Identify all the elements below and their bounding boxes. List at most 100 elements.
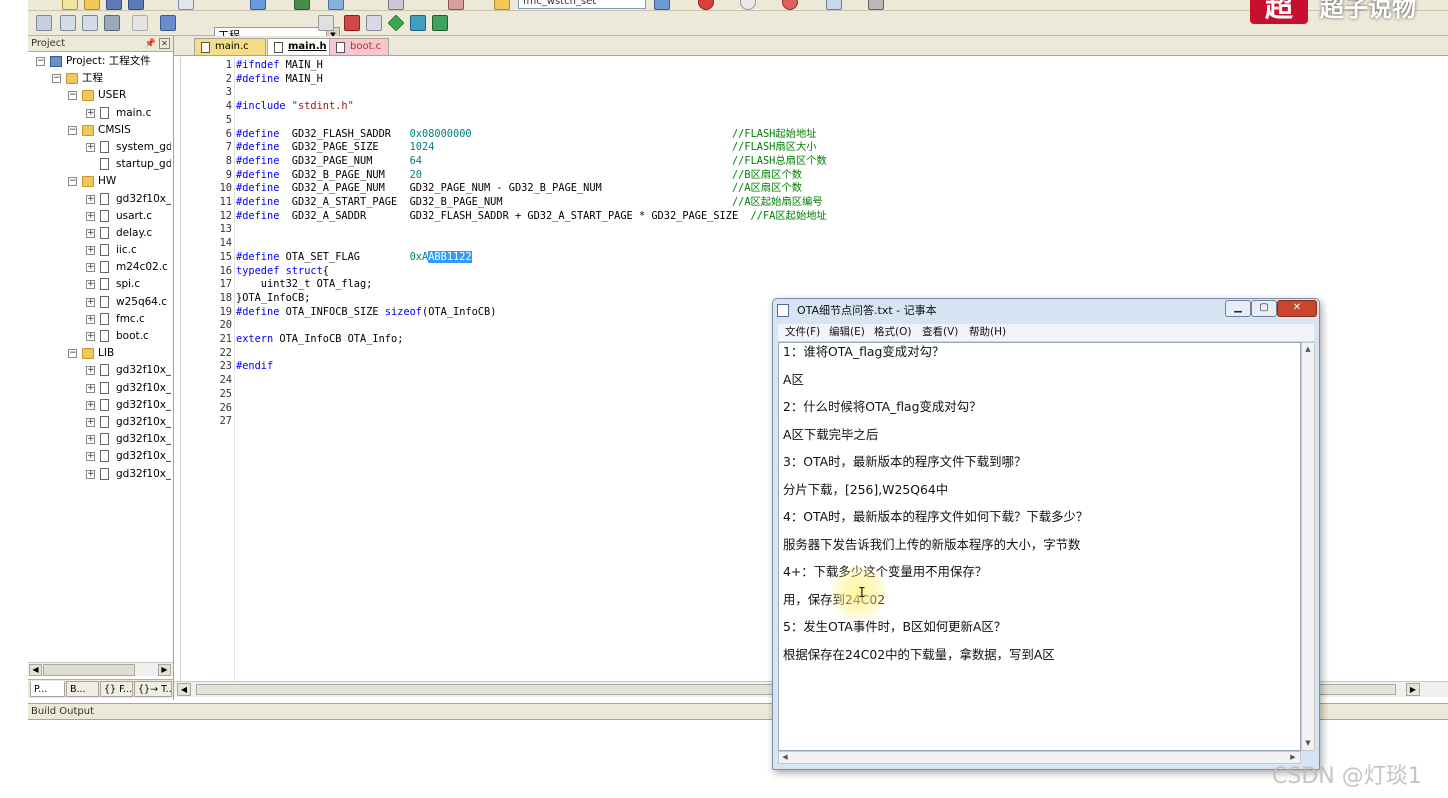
file-extensions-icon[interactable] — [366, 15, 382, 31]
find-in-files-icon[interactable] — [654, 0, 670, 10]
tree-item[interactable]: + gd32f10x_u — [28, 414, 171, 431]
settings-icon[interactable] — [868, 0, 884, 10]
expand-icon[interactable]: + — [86, 400, 95, 410]
tab-project[interactable]: P... — [30, 681, 65, 697]
close-icon[interactable]: ✕ — [159, 38, 170, 49]
tree-item[interactable]: − CMSIS — [28, 122, 171, 139]
collapse-icon[interactable]: − — [52, 74, 61, 84]
expand-icon[interactable]: + — [86, 263, 95, 273]
expand-icon[interactable]: + — [86, 383, 95, 393]
expand-icon[interactable]: + — [86, 435, 95, 445]
menu-item[interactable]: 帮助(H) — [969, 324, 1006, 341]
expand-icon[interactable]: + — [86, 332, 95, 341]
pin-icon[interactable]: 📌 — [145, 37, 156, 52]
manage-components-icon[interactable] — [344, 15, 360, 31]
tree-item[interactable]: + delay.c — [28, 225, 171, 242]
tree-item[interactable]: startup_gd3 — [28, 156, 171, 173]
bookmark-icon[interactable] — [328, 0, 344, 10]
nav-back-icon[interactable] — [294, 0, 310, 10]
menu-item[interactable]: 查看(V) — [922, 324, 958, 341]
compile-icon[interactable] — [36, 15, 52, 31]
tree-item[interactable]: + gd32f10x_m — [28, 362, 171, 379]
open-folder-icon[interactable] — [84, 0, 100, 10]
stop-build-icon[interactable] — [132, 15, 148, 31]
tree-item[interactable]: + gd32f10x_fr — [28, 466, 171, 483]
maximize-button[interactable]: ▢ — [1251, 300, 1277, 317]
target-options-icon[interactable] — [318, 15, 334, 31]
expand-icon[interactable]: + — [86, 142, 95, 152]
window-layout-icon[interactable] — [826, 0, 842, 10]
collapse-icon[interactable]: − — [68, 349, 77, 359]
tree-item[interactable]: + system_gd3 — [28, 139, 171, 156]
collapse-icon[interactable]: − — [68, 91, 77, 101]
expand-icon[interactable]: + — [86, 366, 95, 376]
project-hscrollbar[interactable]: ◀ ▶ — [28, 662, 173, 676]
tree-item[interactable]: + boot.c — [28, 328, 171, 345]
menu-item[interactable]: 编辑(E) — [829, 324, 865, 341]
batch-build-icon[interactable] — [104, 15, 120, 31]
expand-icon[interactable]: + — [86, 469, 95, 479]
build-icon[interactable] — [60, 15, 76, 31]
tree-item[interactable]: + m24c02.c — [28, 259, 171, 276]
scroll-thumb[interactable] — [43, 664, 135, 676]
tree-item[interactable]: + gd32f10x_it — [28, 191, 171, 208]
indent-icon[interactable] — [388, 0, 404, 10]
menu-item[interactable]: 格式(O) — [874, 324, 911, 341]
expand-icon[interactable]: + — [86, 417, 95, 427]
tree-item[interactable]: + usart.c — [28, 208, 171, 225]
scroll-left-icon[interactable]: ◀ — [177, 683, 191, 696]
green-diamond-icon[interactable] — [387, 14, 405, 32]
expand-icon[interactable]: + — [86, 280, 95, 290]
kill-breakpoints-icon[interactable] — [782, 0, 798, 10]
expand-icon[interactable]: + — [86, 297, 95, 307]
tree-item[interactable]: − Project: 工程文件 — [28, 53, 171, 70]
breakpoint-icon[interactable] — [740, 0, 756, 10]
tree-item[interactable]: − HW — [28, 173, 171, 190]
notepad-vscrollbar[interactable]: ▲ ▼ — [1301, 342, 1315, 751]
find-icon[interactable] — [494, 0, 510, 10]
new-file-icon[interactable] — [62, 0, 78, 10]
tree-item[interactable]: + spi.c — [28, 276, 171, 293]
tab-boot-c[interactable]: boot.c — [329, 38, 389, 55]
tab-functions[interactable]: {} F... — [100, 681, 133, 697]
tree-item[interactable]: + w25q64.c — [28, 294, 171, 311]
scroll-left-icon[interactable]: ◀ — [29, 664, 42, 676]
tree-item[interactable]: + iic.c — [28, 242, 171, 259]
expand-icon[interactable]: + — [86, 452, 95, 462]
tab-books[interactable]: B... — [66, 681, 99, 697]
tree-item[interactable]: − 工程 — [28, 70, 171, 87]
expand-icon[interactable]: + — [86, 314, 95, 324]
tree-item[interactable]: + gd32f10x_rc — [28, 380, 171, 397]
scroll-right-icon[interactable]: ▶ — [1406, 683, 1420, 696]
comment-icon[interactable] — [448, 0, 464, 10]
scroll-left-icon[interactable]: ◀ — [779, 752, 791, 763]
save-all-icon[interactable] — [128, 0, 144, 10]
pack-installer-icon[interactable] — [410, 15, 426, 31]
collapse-icon[interactable]: − — [36, 57, 45, 66]
tab-main-c[interactable]: main.c — [194, 38, 266, 55]
tree-item[interactable]: + main.c — [28, 105, 171, 122]
tree-item[interactable]: + gd32f10x_d — [28, 431, 171, 448]
menu-item[interactable]: 文件(F) — [785, 324, 820, 341]
expand-icon[interactable]: + — [86, 108, 95, 118]
collapse-icon[interactable]: − — [68, 125, 77, 135]
scroll-up-icon[interactable]: ▲ — [1302, 343, 1314, 355]
tree-item[interactable]: + fmc.c — [28, 311, 171, 328]
tree-item[interactable]: + gd32f10x_sp — [28, 448, 171, 465]
collapse-icon[interactable]: − — [68, 177, 77, 187]
find-combo[interactable]: fmc_wstch_set — [518, 0, 646, 9]
notepad-text-area[interactable]: 1：谁将OTA_flag变成对勾？ A区 2：什么时候将OTA_flag变成对勾？ A… — [778, 342, 1301, 751]
expand-icon[interactable]: + — [86, 228, 95, 238]
undo-icon[interactable] — [250, 0, 266, 10]
scroll-down-icon[interactable]: ▼ — [1302, 737, 1314, 749]
run-environment-icon[interactable] — [432, 15, 448, 31]
download-icon[interactable] — [160, 15, 176, 31]
tab-templates[interactable]: {}→ T... — [134, 681, 172, 697]
minimize-button[interactable]: ▁ — [1225, 300, 1251, 317]
close-button[interactable]: ✕ — [1277, 300, 1317, 317]
save-icon[interactable] — [106, 0, 122, 10]
tree-item[interactable]: − LIB — [28, 345, 171, 362]
debug-icon[interactable] — [698, 0, 714, 10]
expand-icon[interactable]: + — [86, 211, 95, 221]
rebuild-icon[interactable] — [82, 15, 98, 31]
